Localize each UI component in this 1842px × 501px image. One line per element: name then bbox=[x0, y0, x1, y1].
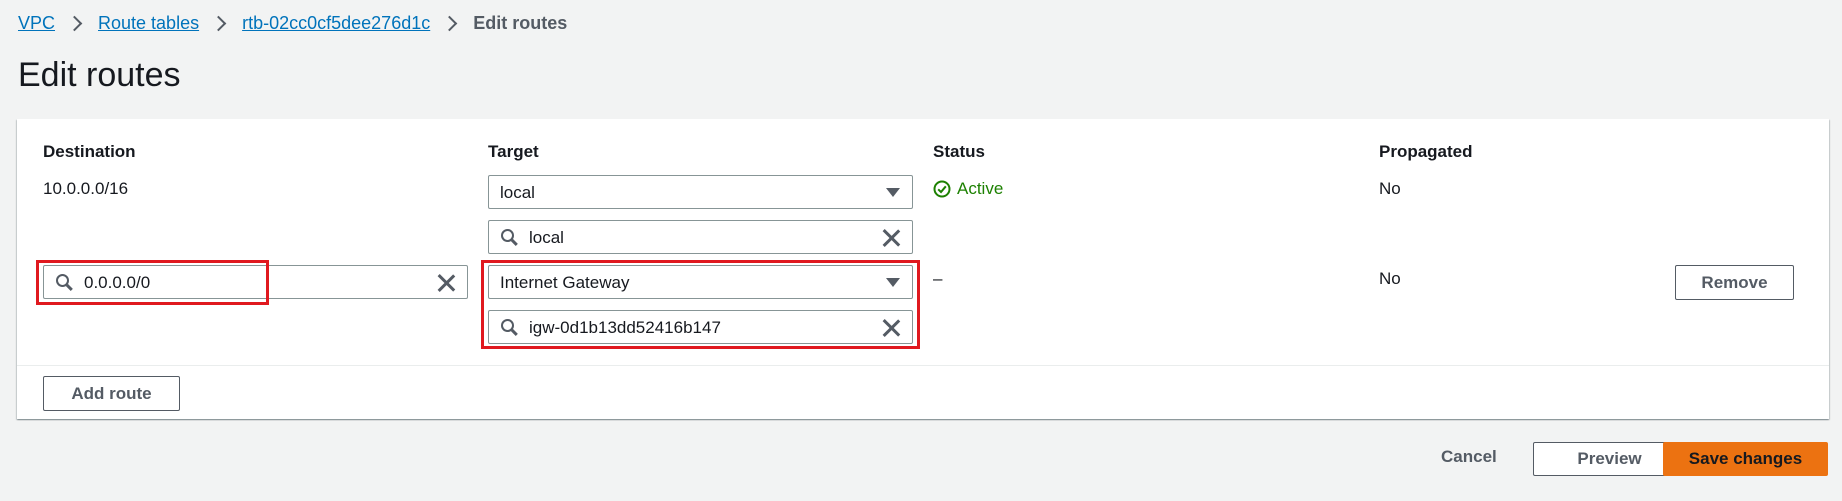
chevron-right-icon bbox=[441, 15, 458, 32]
caret-down-icon bbox=[886, 188, 900, 197]
column-header-propagated: Propagated bbox=[1379, 142, 1473, 161]
search-icon bbox=[56, 274, 69, 287]
save-changes-button[interactable]: Save changes bbox=[1663, 442, 1828, 476]
add-route-button[interactable]: Add route bbox=[43, 376, 180, 411]
route-2-target-type-value: Internet Gateway bbox=[500, 273, 630, 292]
breadcrumb-current: Edit routes bbox=[473, 13, 568, 33]
column-header-status: Status bbox=[933, 142, 985, 161]
route-2-target-search-value: igw-0d1b13dd52416b147 bbox=[529, 318, 721, 337]
breadcrumb-vpc-link[interactable]: VPC bbox=[18, 13, 55, 34]
check-circle-icon bbox=[933, 180, 951, 198]
search-icon bbox=[501, 229, 514, 242]
route-2-target-type-select[interactable]: Internet Gateway bbox=[488, 265, 913, 299]
clear-icon[interactable] bbox=[882, 229, 900, 247]
caret-down-icon bbox=[886, 278, 900, 287]
breadcrumb-route-tables-link[interactable]: Route tables bbox=[98, 13, 199, 34]
column-header-target: Target bbox=[488, 142, 539, 161]
breadcrumb-route-table-id-link[interactable]: rtb-02cc0cf5dee276d1c bbox=[242, 13, 430, 34]
route-1-propagated: No bbox=[1379, 179, 1401, 198]
route-1-target-search-value: local bbox=[529, 228, 564, 247]
route-1-destination: 10.0.0.0/16 bbox=[43, 179, 129, 198]
route-2-propagated: No bbox=[1379, 269, 1401, 288]
routes-panel: Destination Target Status Propagated 10.… bbox=[17, 119, 1829, 419]
divider bbox=[17, 365, 1829, 366]
cancel-button[interactable]: Cancel bbox=[1441, 447, 1497, 467]
clear-icon[interactable] bbox=[882, 319, 900, 337]
search-icon bbox=[501, 319, 514, 332]
column-header-destination: Destination bbox=[43, 142, 136, 161]
route-2-destination-search[interactable]: 0.0.0.0/0 bbox=[43, 265, 468, 299]
route-2-destination-value: 0.0.0.0/0 bbox=[84, 273, 151, 292]
chevron-right-icon bbox=[210, 15, 227, 32]
route-1-target-type-value: local bbox=[500, 183, 535, 202]
route-2-status: – bbox=[933, 269, 943, 288]
route-1-status-label: Active bbox=[957, 179, 1004, 198]
chevron-right-icon bbox=[66, 15, 83, 32]
remove-button[interactable]: Remove bbox=[1675, 265, 1794, 300]
page-title: Edit routes bbox=[18, 56, 181, 94]
route-2-target-search[interactable]: igw-0d1b13dd52416b147 bbox=[488, 310, 913, 344]
route-1-target-search[interactable]: local bbox=[488, 220, 913, 254]
breadcrumb: VPC Route tables rtb-02cc0cf5dee276d1c E… bbox=[18, 13, 567, 34]
route-1-status: Active bbox=[933, 179, 1003, 199]
clear-icon[interactable] bbox=[437, 274, 455, 292]
route-1-target-type-select[interactable]: local bbox=[488, 175, 913, 209]
